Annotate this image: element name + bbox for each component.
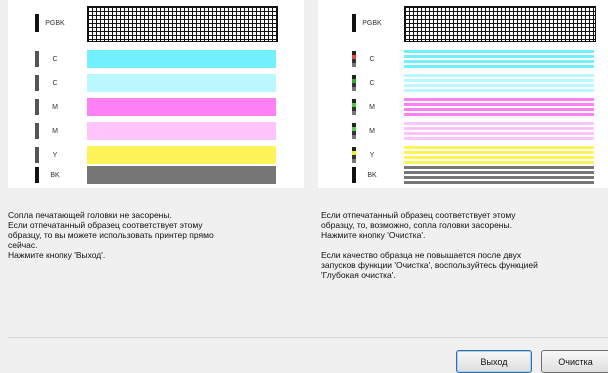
good-nozzle-pattern: PGBK C C M M Y BK bbox=[33, 6, 285, 184]
magenta-1-bar bbox=[87, 98, 276, 116]
left-description: Сопла печатающей головки не засорены. Ес… bbox=[8, 210, 308, 260]
cyan-bad-2-marker bbox=[352, 75, 356, 91]
black-bad-bar bbox=[404, 166, 594, 184]
cyan-bad-2-bar bbox=[404, 74, 594, 92]
magenta-bad-2-marker bbox=[352, 123, 356, 139]
left-line-2: Если отпечатанный образец соответствует … bbox=[8, 220, 203, 230]
left-line-1: Сопла печатающей головки не засорены. bbox=[8, 210, 172, 220]
pgbk-row-bad: PGBK bbox=[350, 6, 598, 42]
right-line-2: образцу, то, возможно, сопла головки зас… bbox=[321, 220, 512, 230]
black-row: BK bbox=[33, 166, 285, 184]
black-bar bbox=[87, 166, 276, 184]
yellow-bar bbox=[87, 146, 276, 164]
left-line-5: Нажмите кнопку 'Выход'. bbox=[8, 250, 106, 260]
cyan-2-bar bbox=[87, 74, 276, 92]
yellow-row-bad: Y bbox=[350, 146, 598, 164]
magenta-bad-2-label: M bbox=[360, 123, 384, 139]
magenta-2-marker bbox=[35, 123, 39, 139]
cyan-2-label: C bbox=[43, 75, 67, 91]
cyan-1-label: C bbox=[43, 51, 67, 67]
right-line-3: Нажмите кнопку 'Очистка'. bbox=[321, 230, 426, 240]
magenta-2-bar bbox=[87, 122, 276, 140]
cyan-row-bad-1: C bbox=[350, 50, 598, 68]
magenta-row-bad-2: M bbox=[350, 122, 598, 140]
black-marker bbox=[35, 167, 39, 183]
right-pattern-panel: PGBK C C M M Y BK bbox=[318, 0, 608, 188]
yellow-bad-marker bbox=[352, 147, 356, 163]
cyan-1-marker bbox=[35, 51, 39, 67]
magenta-bad-1-bar bbox=[404, 98, 594, 116]
left-pattern-panel: PGBK C C M M Y BK bbox=[8, 0, 304, 188]
magenta-bad-1-label: M bbox=[360, 99, 384, 115]
pgbk-bad-label: PGBK bbox=[360, 15, 384, 31]
yellow-row: Y bbox=[33, 146, 285, 164]
black-label: BK bbox=[43, 167, 67, 183]
black-bad-label: BK bbox=[360, 167, 384, 183]
magenta-row-1: M bbox=[33, 98, 285, 116]
cyan-bad-1-bar bbox=[404, 50, 594, 68]
pgbk-row: PGBK bbox=[33, 6, 285, 42]
cyan-bad-1-marker bbox=[352, 51, 356, 67]
cyan-2-marker bbox=[35, 75, 39, 91]
magenta-bad-2-bar bbox=[404, 122, 594, 140]
left-line-4: сейчас. bbox=[8, 240, 38, 250]
cyan-bad-1-label: C bbox=[360, 51, 384, 67]
left-line-3: образцу, то вы можете использовать принт… bbox=[8, 230, 214, 240]
right-description: Если отпечатанный образец соответствует … bbox=[321, 210, 608, 280]
magenta-row-2: M bbox=[33, 122, 285, 140]
magenta-2-label: M bbox=[43, 123, 67, 139]
cyan-row-2: C bbox=[33, 74, 285, 92]
yellow-bad-label: Y bbox=[360, 147, 384, 163]
cyan-bad-2-label: C bbox=[360, 75, 384, 91]
magenta-row-bad-1: M bbox=[350, 98, 598, 116]
cyan-row-1: C bbox=[33, 50, 285, 68]
yellow-bad-bar bbox=[404, 146, 594, 164]
black-row-bad: BK bbox=[350, 166, 598, 184]
yellow-marker bbox=[35, 147, 39, 163]
right-line-1: Если отпечатанный образец соответствует … bbox=[321, 210, 516, 220]
clogged-nozzle-pattern: PGBK C C M M Y BK bbox=[350, 6, 598, 184]
cyan-1-bar bbox=[87, 50, 276, 68]
clean-button[interactable]: Очистка bbox=[541, 350, 608, 373]
black-bad-marker bbox=[352, 167, 356, 183]
button-separator bbox=[8, 337, 608, 338]
cyan-row-bad-2: C bbox=[350, 74, 598, 92]
pgbk-grid bbox=[87, 6, 278, 42]
pgbk-bad-grid bbox=[404, 6, 596, 42]
pgbk-label: PGBK bbox=[43, 15, 67, 31]
magenta-1-marker bbox=[35, 99, 39, 115]
right-line-5: запусков функции 'Очистка', воспользуйте… bbox=[321, 260, 538, 270]
right-line-4: Если качество образца не повышается посл… bbox=[321, 250, 522, 260]
pgbk-marker bbox=[35, 14, 39, 32]
exit-button[interactable]: Выход bbox=[456, 350, 532, 373]
magenta-bad-1-marker bbox=[352, 99, 356, 115]
yellow-label: Y bbox=[43, 147, 67, 163]
magenta-1-label: M bbox=[43, 99, 67, 115]
pgbk-bad-marker bbox=[352, 14, 356, 32]
right-line-6: 'Глубокая очистка'. bbox=[321, 270, 396, 280]
